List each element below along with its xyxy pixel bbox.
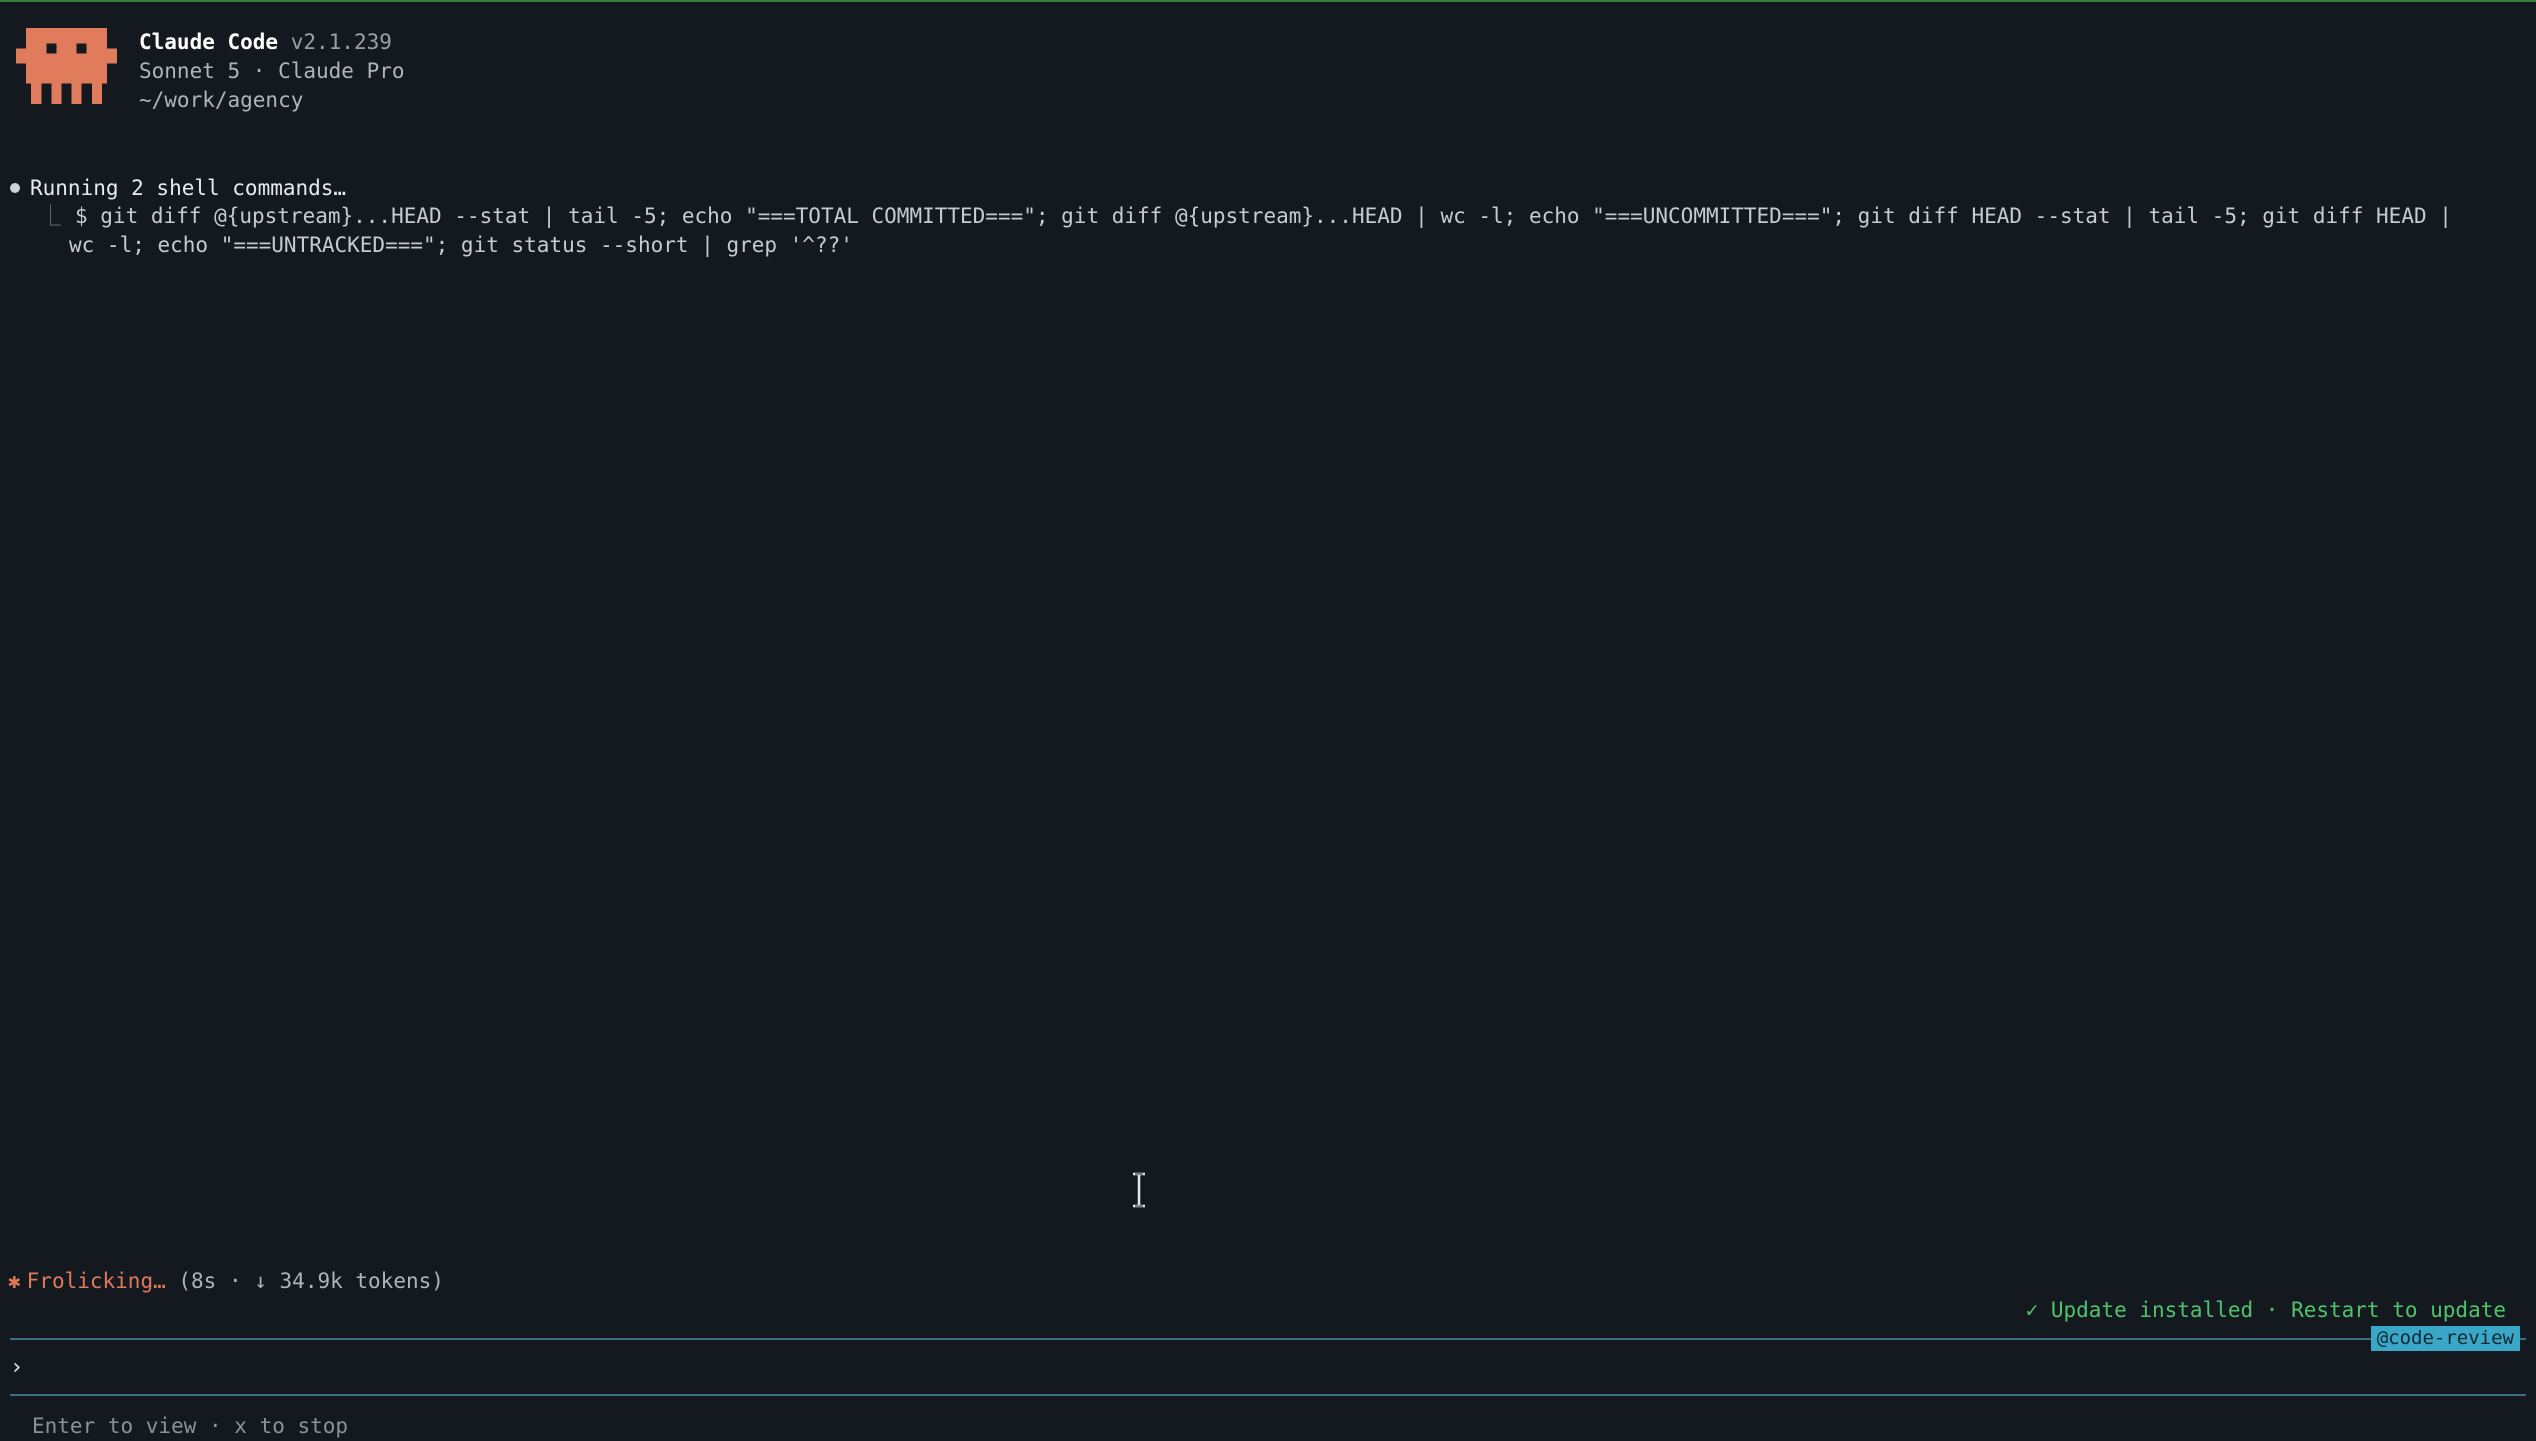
shell-command-text: $ git diff @{upstream}...HEAD --stat | t…	[69, 204, 2452, 257]
elbow-connector-icon: ⎿	[40, 204, 61, 228]
status-details: (8s · ↓ 34.9k tokens)	[178, 1269, 444, 1293]
status-verb: Frolicking…	[26, 1269, 166, 1293]
app-name: Claude Code	[139, 30, 279, 54]
prompt-chevron-icon: ›	[10, 1355, 24, 1380]
update-notice: ✓ Update installed · Restart to update	[2025, 1298, 2506, 1322]
running-tool-line: Running 2 shell commands…	[8, 174, 346, 203]
working-directory: ~/work/agency	[139, 88, 304, 112]
spinner-star-icon: ✱	[8, 1269, 21, 1293]
app-version: v2.1.239	[290, 30, 392, 54]
input-bottom-rule	[10, 1394, 2526, 1396]
keyboard-hint: Enter to view · x to stop	[32, 1414, 349, 1438]
claude-pixel-mascot-icon	[16, 28, 117, 104]
prompt-input[interactable]	[40, 1350, 2344, 1388]
window-top-border	[0, 0, 2536, 2]
shell-command-block: ⎿ $ git diff @{upstream}...HEAD --stat | …	[40, 202, 2480, 260]
agent-badge: @code-review	[2370, 1326, 2520, 1351]
running-label: Running 2 shell commands…	[30, 176, 347, 200]
text-cursor-icon	[1133, 1172, 1145, 1208]
model-plan: Sonnet 5 · Claude Pro	[139, 59, 405, 83]
session-header: Claude Code v2.1.239 Sonnet 5 · Claude P…	[139, 28, 405, 115]
thinking-status: ✱ Frolicking… (8s · ↓ 34.9k tokens)	[8, 1267, 444, 1296]
input-top-rule	[10, 1338, 2526, 1340]
bullet-icon	[10, 182, 20, 193]
